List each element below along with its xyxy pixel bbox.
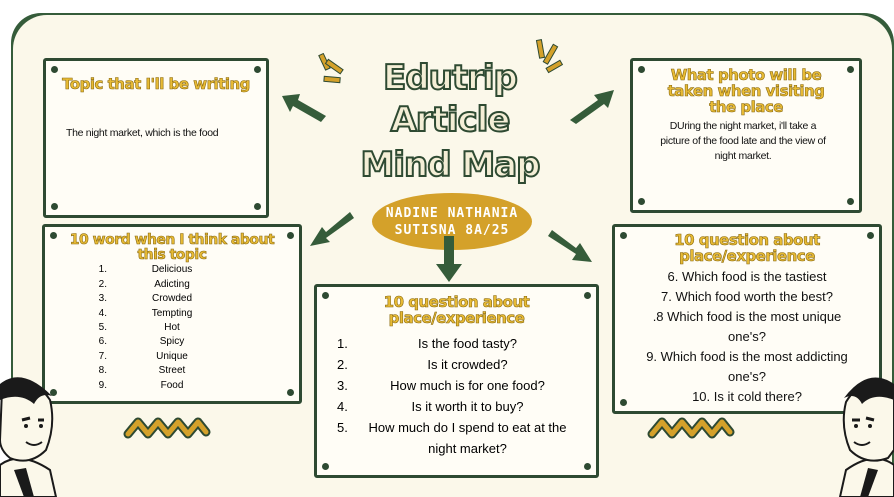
list-item: 2. Adicting [45, 278, 299, 292]
character-illustration [0, 377, 58, 497]
list-item-number: 2. [98, 278, 107, 290]
questions-center-title-2: place/experience [388, 308, 525, 327]
pin [867, 232, 874, 239]
list-item-number: 6. [98, 336, 107, 348]
pin [620, 232, 627, 239]
list-item-number: 2. [337, 356, 348, 372]
list-item: 7. Which food worth the best? [661, 288, 833, 304]
list-item: .8 Which food is the most unique one's? [652, 308, 842, 344]
list-item: 6. Spicy [45, 335, 299, 349]
title-line-3: Mind Map [360, 144, 542, 186]
pin [50, 232, 57, 239]
list-item: 1. Delicious [45, 263, 299, 277]
arrow-icon [282, 94, 326, 122]
pin [287, 232, 294, 239]
title-line-1: Edutrip [382, 57, 519, 99]
list-item-word: Food [160, 379, 184, 391]
pin [254, 66, 261, 73]
author-name: NADINE NATHANIA [385, 205, 519, 221]
topic-body: The night market, which is the food [66, 126, 219, 139]
list-item-number: 4. [98, 307, 107, 319]
pin [847, 198, 854, 205]
list-item-text: Is the food tasty? [417, 335, 517, 351]
pin [254, 203, 261, 210]
pin [322, 463, 329, 470]
list-item-number: 5. [98, 322, 107, 333]
list-item-text: How much is for one food? [390, 377, 545, 393]
pin [620, 399, 627, 406]
list-item-number: 3. [337, 377, 348, 393]
list-item-number: 7. [98, 350, 107, 362]
list-item-word: Crowded [151, 293, 193, 305]
arrow-icon [570, 90, 614, 124]
title-line-2: Article [390, 99, 512, 141]
list-item: 1. Is the food tasty? [337, 333, 580, 354]
list-item: 9. Which food is the most addicting one'… [646, 348, 848, 384]
arrow-icon [436, 236, 462, 282]
squiggle-icon [647, 417, 735, 439]
character-illustration [838, 377, 894, 497]
list-item-number: 1. [98, 264, 107, 276]
photo-title-3: the place [709, 97, 784, 116]
pin [638, 66, 645, 73]
list-item: 2. Is it crowded? [337, 354, 580, 375]
arrow-icon [548, 230, 592, 262]
list-item: 10. Is it cold there? [692, 388, 802, 404]
pin [847, 66, 854, 73]
pin [584, 292, 591, 299]
pin [584, 463, 591, 470]
words-title-2: this topic [137, 246, 207, 263]
pin [51, 66, 58, 73]
list-item: 4. Is it worth it to buy? [337, 396, 580, 417]
list-item: 3. Crowded [45, 292, 299, 306]
words-card: 10 word when I think about this topic 1.… [42, 224, 302, 404]
list-item-word: Hot [164, 322, 180, 333]
questions-center-card: 10 question about place/experience 1. Is … [314, 284, 599, 478]
list-item-word: Delicious [151, 264, 193, 276]
questions-center-list: 1. Is the food tasty? 2. Is it crowded? 3. Ho… [337, 333, 580, 459]
list-item: 4. Tempting [45, 307, 299, 321]
list-item-word: Spicy [159, 336, 185, 348]
list-item-word: Unique [156, 350, 188, 362]
words-list: 1. Delicious 2. Adicting 3. Crowded 4. Tempting… [45, 263, 299, 393]
photo-body: DUring the night market, i'll take a pic… [660, 120, 826, 163]
list-item-word: Street [158, 365, 186, 377]
pin [51, 203, 58, 210]
list-item-text: Is it worth it to buy? [411, 398, 524, 414]
list-item-word: Tempting [151, 307, 193, 319]
sparkle-icon [318, 52, 344, 84]
list-item: 8. Street [45, 364, 299, 378]
topic-card: Topic that I'll be writing The night mar… [43, 58, 269, 218]
list-item-number: 1. [337, 335, 348, 351]
list-item-number: 3. [98, 293, 107, 305]
list-item-text: Is it crowded? [427, 356, 508, 372]
list-item-number: 5. [337, 419, 348, 435]
list-item-word: Adicting [154, 278, 190, 290]
list-item: 3. How much is for one food? [337, 375, 580, 396]
topic-title: Topic that I'll be writing [62, 75, 251, 93]
pin [322, 292, 329, 299]
list-item: 9. Food [45, 379, 299, 393]
pin [638, 198, 645, 205]
list-item: 5. How much do I spend to eat at the nigh… [337, 417, 580, 459]
list-item-text: How much do I spend to eat at the night … [368, 419, 567, 456]
questions-right-list: 6. Which food is the tastiest 7. Which fo… [633, 267, 861, 407]
arrow-icon [310, 212, 354, 246]
pin [287, 389, 294, 396]
list-item: 6. Which food is the tastiest [667, 268, 827, 284]
questions-right-title-2: place/experience [679, 246, 816, 265]
list-item: 7. Unique [45, 350, 299, 364]
canvas: Edutrip Article Mind Map NADINE NATHANIA… [0, 0, 894, 497]
words-title-1: 10 word when I think about [69, 232, 275, 248]
list-item: 5. Hot [45, 321, 299, 335]
squiggle-icon [123, 417, 211, 439]
list-item-number: 4. [337, 398, 348, 414]
photo-card: What photo will be taken when visiting t… [630, 58, 862, 213]
